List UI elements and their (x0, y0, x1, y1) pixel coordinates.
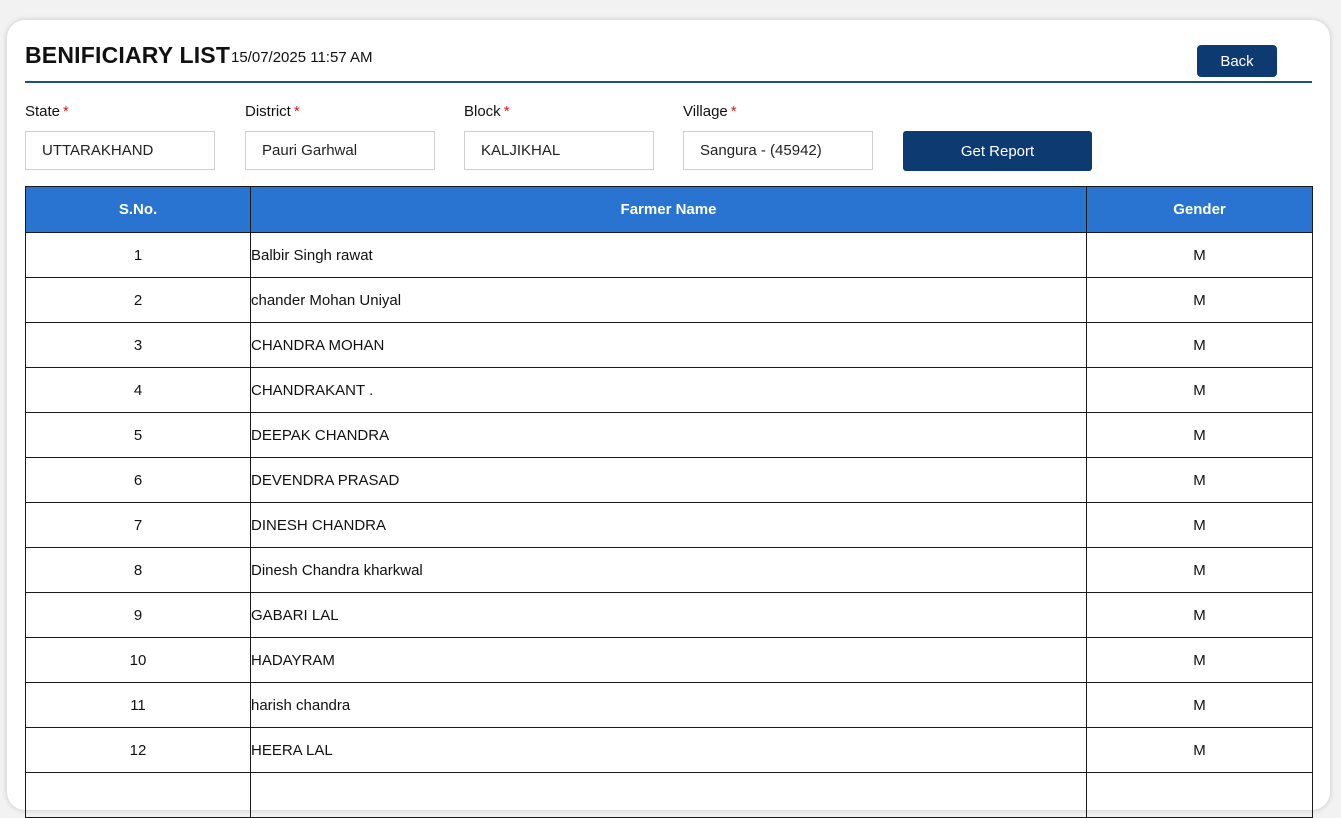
state-label-text: State (25, 103, 61, 120)
cell-gender: M (1086, 322, 1313, 368)
table-row: 5 DEEPAK CHANDRA M (25, 412, 1313, 458)
cell-farmer-name: HADAYRAM (250, 637, 1087, 683)
table-row: 7 DINESH CHANDRA M (25, 502, 1313, 548)
cell-gender: M (1086, 412, 1313, 458)
block-label-text: Block (464, 103, 501, 120)
district-field: District * Pauri Garhwal (245, 101, 435, 170)
table-row: 9 GABARI LAL M (25, 592, 1313, 638)
cell-farmer-name: chander Mohan Uniyal (250, 277, 1087, 323)
cell-sno: 7 (25, 502, 251, 548)
cell-sno: 8 (25, 547, 251, 593)
column-header-sno: S.No. (25, 186, 251, 233)
cell-farmer-name: DINESH CHANDRA (250, 502, 1087, 548)
cell-sno: 9 (25, 592, 251, 638)
cell-gender: M (1086, 682, 1313, 728)
table-row: 1 Balbir Singh rawat M (25, 232, 1313, 278)
village-input[interactable]: Sangura - (45942) (683, 131, 873, 170)
page-title: BENIFICIARY LIST (25, 42, 231, 68)
cell-gender: M (1086, 547, 1313, 593)
required-mark: * (63, 103, 69, 120)
beneficiary-table: S.No. Farmer Name Gender 1 Balbir Singh … (25, 186, 1313, 818)
block-label: Block * (464, 101, 654, 123)
column-header-farmer-name: Farmer Name (250, 186, 1087, 233)
cell-gender: M (1086, 502, 1313, 548)
state-label: State * (25, 101, 215, 123)
village-label-text: Village (683, 103, 728, 120)
cell-sno: 12 (25, 727, 251, 773)
cell-sno: 5 (25, 412, 251, 458)
block-input[interactable]: KALJIKHAL (464, 131, 654, 170)
required-mark: * (503, 103, 510, 120)
table-row: 11 harish chandra M (25, 682, 1313, 728)
cell-gender: M (1086, 727, 1313, 773)
page-header: BENIFICIARY LIST 15/07/2025 11:57 AM Bac… (25, 40, 1312, 83)
cell-sno (25, 772, 251, 818)
table-row: 8 Dinesh Chandra kharkwal M (25, 547, 1313, 593)
cell-sno: 4 (25, 367, 251, 413)
state-field: State * UTTARAKHAND (25, 101, 215, 170)
cell-sno: 2 (25, 277, 251, 323)
village-field: Village * Sangura - (45942) (683, 101, 873, 170)
table-row: 12 HEERA LAL M (25, 727, 1313, 773)
back-button[interactable]: Back (1197, 45, 1277, 77)
state-input[interactable]: UTTARAKHAND (25, 131, 215, 170)
cell-sno: 11 (25, 682, 251, 728)
table-row: 4 CHANDRAKANT . M (25, 367, 1313, 413)
cell-farmer-name: DEEPAK CHANDRA (250, 412, 1087, 458)
table-header-row: S.No. Farmer Name Gender (25, 186, 1313, 233)
cell-farmer-name: Balbir Singh rawat (250, 232, 1087, 278)
cell-sno: 1 (25, 232, 251, 278)
cell-farmer-name: Dinesh Chandra kharkwal (250, 547, 1087, 593)
cell-gender: M (1086, 367, 1313, 413)
cell-farmer-name: harish chandra (250, 682, 1087, 728)
table-row: 3 CHANDRA MOHAN M (25, 322, 1313, 368)
required-mark: * (730, 103, 737, 120)
cell-gender (1086, 772, 1313, 818)
cell-farmer-name: CHANDRA MOHAN (250, 322, 1087, 368)
report-timestamp: 15/07/2025 11:57 AM (231, 49, 373, 66)
required-mark: * (293, 103, 300, 120)
cell-farmer-name: HEERA LAL (250, 727, 1087, 773)
district-label: District * (245, 101, 435, 123)
table-row: 6 DEVENDRA PRASAD M (25, 457, 1313, 503)
district-label-text: District (245, 103, 291, 120)
cell-gender: M (1086, 637, 1313, 683)
cell-farmer-name: CHANDRAKANT . (250, 367, 1087, 413)
cell-farmer-name: GABARI LAL (250, 592, 1087, 638)
column-header-gender: Gender (1086, 186, 1313, 233)
district-input[interactable]: Pauri Garhwal (245, 131, 435, 170)
cell-gender: M (1086, 232, 1313, 278)
cell-farmer-name: DEVENDRA PRASAD (250, 457, 1087, 503)
cell-gender: M (1086, 592, 1313, 638)
block-field: Block * KALJIKHAL (464, 101, 654, 170)
table-row: 10 HADAYRAM M (25, 637, 1313, 683)
village-label: Village * (683, 101, 873, 123)
get-report-button[interactable]: Get Report (903, 131, 1092, 171)
cell-farmer-name (250, 772, 1087, 818)
cell-sno: 10 (25, 637, 251, 683)
table-row: 2 chander Mohan Uniyal M (25, 277, 1313, 323)
cell-gender: M (1086, 457, 1313, 503)
cell-sno: 6 (25, 457, 251, 503)
table-row-partial (25, 772, 1313, 818)
cell-gender: M (1086, 277, 1313, 323)
cell-sno: 3 (25, 322, 251, 368)
